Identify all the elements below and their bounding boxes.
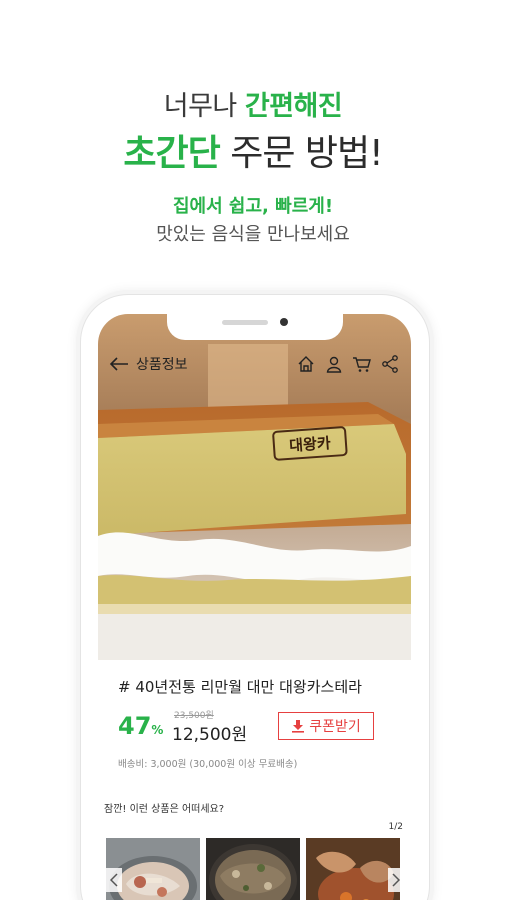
recommend-carousel xyxy=(106,838,411,900)
page-title: 상품정보 xyxy=(136,357,188,373)
discount-rate: 47% xyxy=(118,712,163,740)
share-icon[interactable] xyxy=(379,353,401,375)
phone-speaker xyxy=(222,320,268,325)
home-icon[interactable] xyxy=(295,353,317,375)
coupon-label: 쿠폰받기 xyxy=(309,719,361,735)
recommend-pager: 1/2 xyxy=(388,822,403,832)
discount-unit: % xyxy=(151,723,164,737)
chevron-right-icon xyxy=(392,873,400,887)
product-name: # 40년전통 리만월 대만 대왕카스테라 xyxy=(118,678,362,696)
back-arrow-icon[interactable] xyxy=(106,351,132,377)
recommend-item[interactable] xyxy=(206,838,300,900)
headline-line1-text: 너무나 xyxy=(163,91,245,122)
recommend-item[interactable] xyxy=(306,838,400,900)
sale-price: 12,500원 xyxy=(172,725,248,745)
subheadline: 맛있는 음식을 만나보세요 xyxy=(156,224,350,245)
headline-line2-highlight: 초간단 xyxy=(123,133,220,174)
app-topbar: 상품정보 xyxy=(98,344,411,384)
headline-line1: 너무나 간편해진 xyxy=(0,84,506,123)
discount-value: 47 xyxy=(118,712,152,740)
topbar-actions xyxy=(295,353,401,375)
headline-line1-highlight: 간편해진 xyxy=(244,91,343,122)
headline-line2-text: 주문 방법! xyxy=(219,133,383,174)
headline-line2: 초간단 주문 방법! xyxy=(0,124,506,176)
carousel-prev-button[interactable] xyxy=(106,868,122,892)
shipping-info: 배송비: 3,000원 (30,000원 이상 무료배송) xyxy=(118,759,298,770)
svg-text:대왕카: 대왕카 xyxy=(289,434,332,455)
chevron-left-icon xyxy=(110,873,118,887)
download-icon xyxy=(292,720,305,733)
subheadline-green: 집에서 쉽고, 빠르게! xyxy=(172,196,334,217)
coupon-button[interactable]: 쿠폰받기 xyxy=(278,712,374,740)
phone-notch xyxy=(167,314,343,340)
cart-icon[interactable] xyxy=(351,353,373,375)
carousel-next-button[interactable] xyxy=(388,868,404,892)
product-info: # 40년전통 리만월 대만 대왕카스테라 47% 23,500원 12,500… xyxy=(98,660,411,900)
phone-camera xyxy=(280,318,288,326)
phone-screen: 대왕카 상품정보 # 40년전통 리만월 대만 대왕카스테라 47% 23,50 xyxy=(98,314,411,900)
user-icon[interactable] xyxy=(323,353,345,375)
recommend-title: 잠깐! 이런 상품은 어떠세요? xyxy=(104,804,225,815)
